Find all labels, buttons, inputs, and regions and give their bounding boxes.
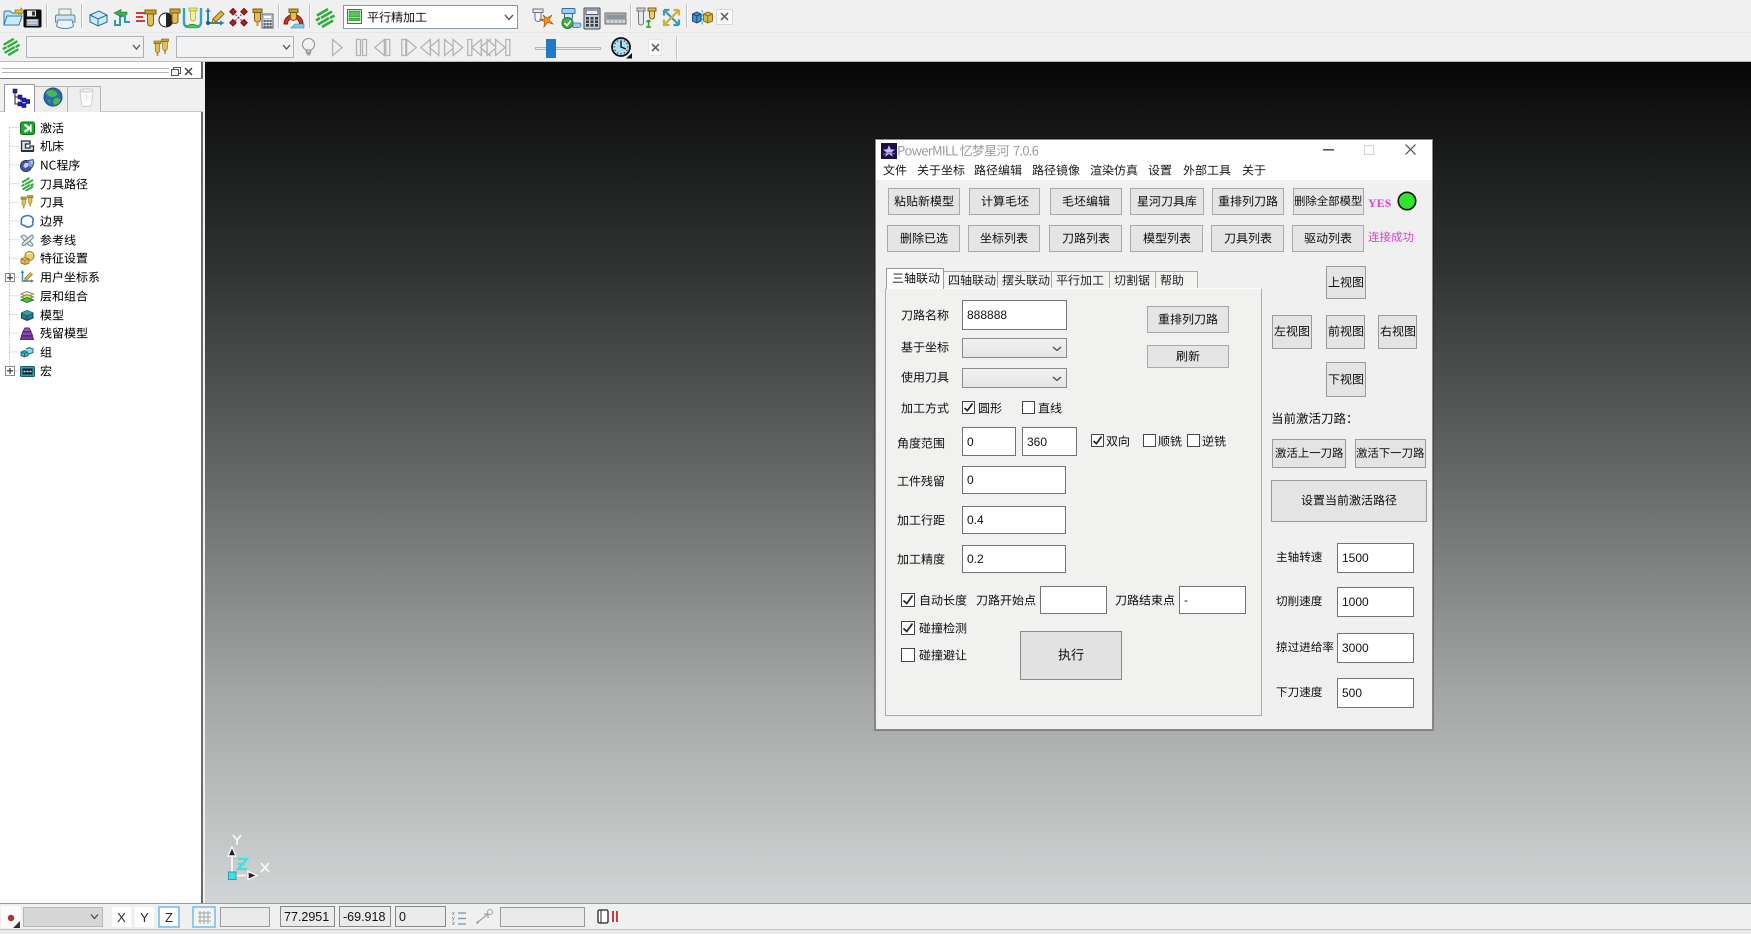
svg-text:z: z bbox=[452, 921, 455, 926]
